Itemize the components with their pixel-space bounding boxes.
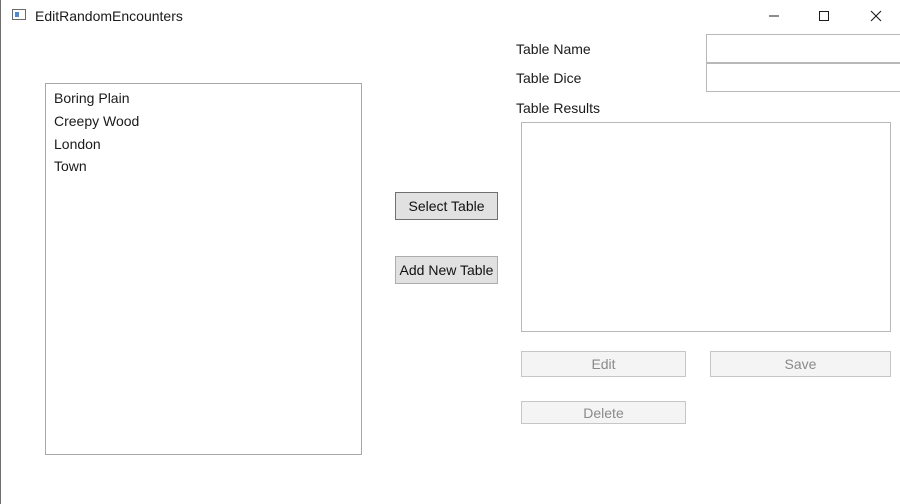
- table-dice-input[interactable]: [706, 63, 900, 92]
- select-table-button[interactable]: Select Table: [395, 192, 498, 220]
- delete-button[interactable]: Delete: [521, 401, 686, 424]
- maximize-icon: [819, 11, 829, 21]
- edit-button[interactable]: Edit: [521, 351, 686, 377]
- title-bar[interactable]: EditRandomEncounters: [1, 0, 900, 32]
- table-name-label: Table Name: [516, 41, 591, 57]
- list-item[interactable]: Creepy Wood: [54, 110, 139, 132]
- table-dice-label: Table Dice: [516, 70, 582, 86]
- close-button[interactable]: [853, 0, 899, 32]
- table-results-list[interactable]: [521, 122, 891, 332]
- tables-listbox[interactable]: Boring Plain Creepy Wood London Town: [45, 83, 362, 455]
- app-window: EditRandomEncounters Boring Plain Creepy…: [0, 0, 900, 504]
- add-new-table-button[interactable]: Add New Table: [395, 256, 498, 284]
- list-item[interactable]: Town: [54, 155, 87, 177]
- app-icon: [12, 9, 26, 20]
- save-button[interactable]: Save: [710, 351, 891, 377]
- table-name-input[interactable]: [706, 34, 900, 63]
- minimize-icon: [769, 15, 779, 17]
- window-title: EditRandomEncounters: [35, 8, 183, 24]
- maximize-button[interactable]: [801, 0, 847, 32]
- table-results-label: Table Results: [516, 100, 601, 116]
- list-item[interactable]: Boring Plain: [54, 87, 130, 109]
- close-icon: [870, 10, 882, 22]
- minimize-button[interactable]: [751, 0, 797, 32]
- list-item[interactable]: London: [54, 133, 101, 155]
